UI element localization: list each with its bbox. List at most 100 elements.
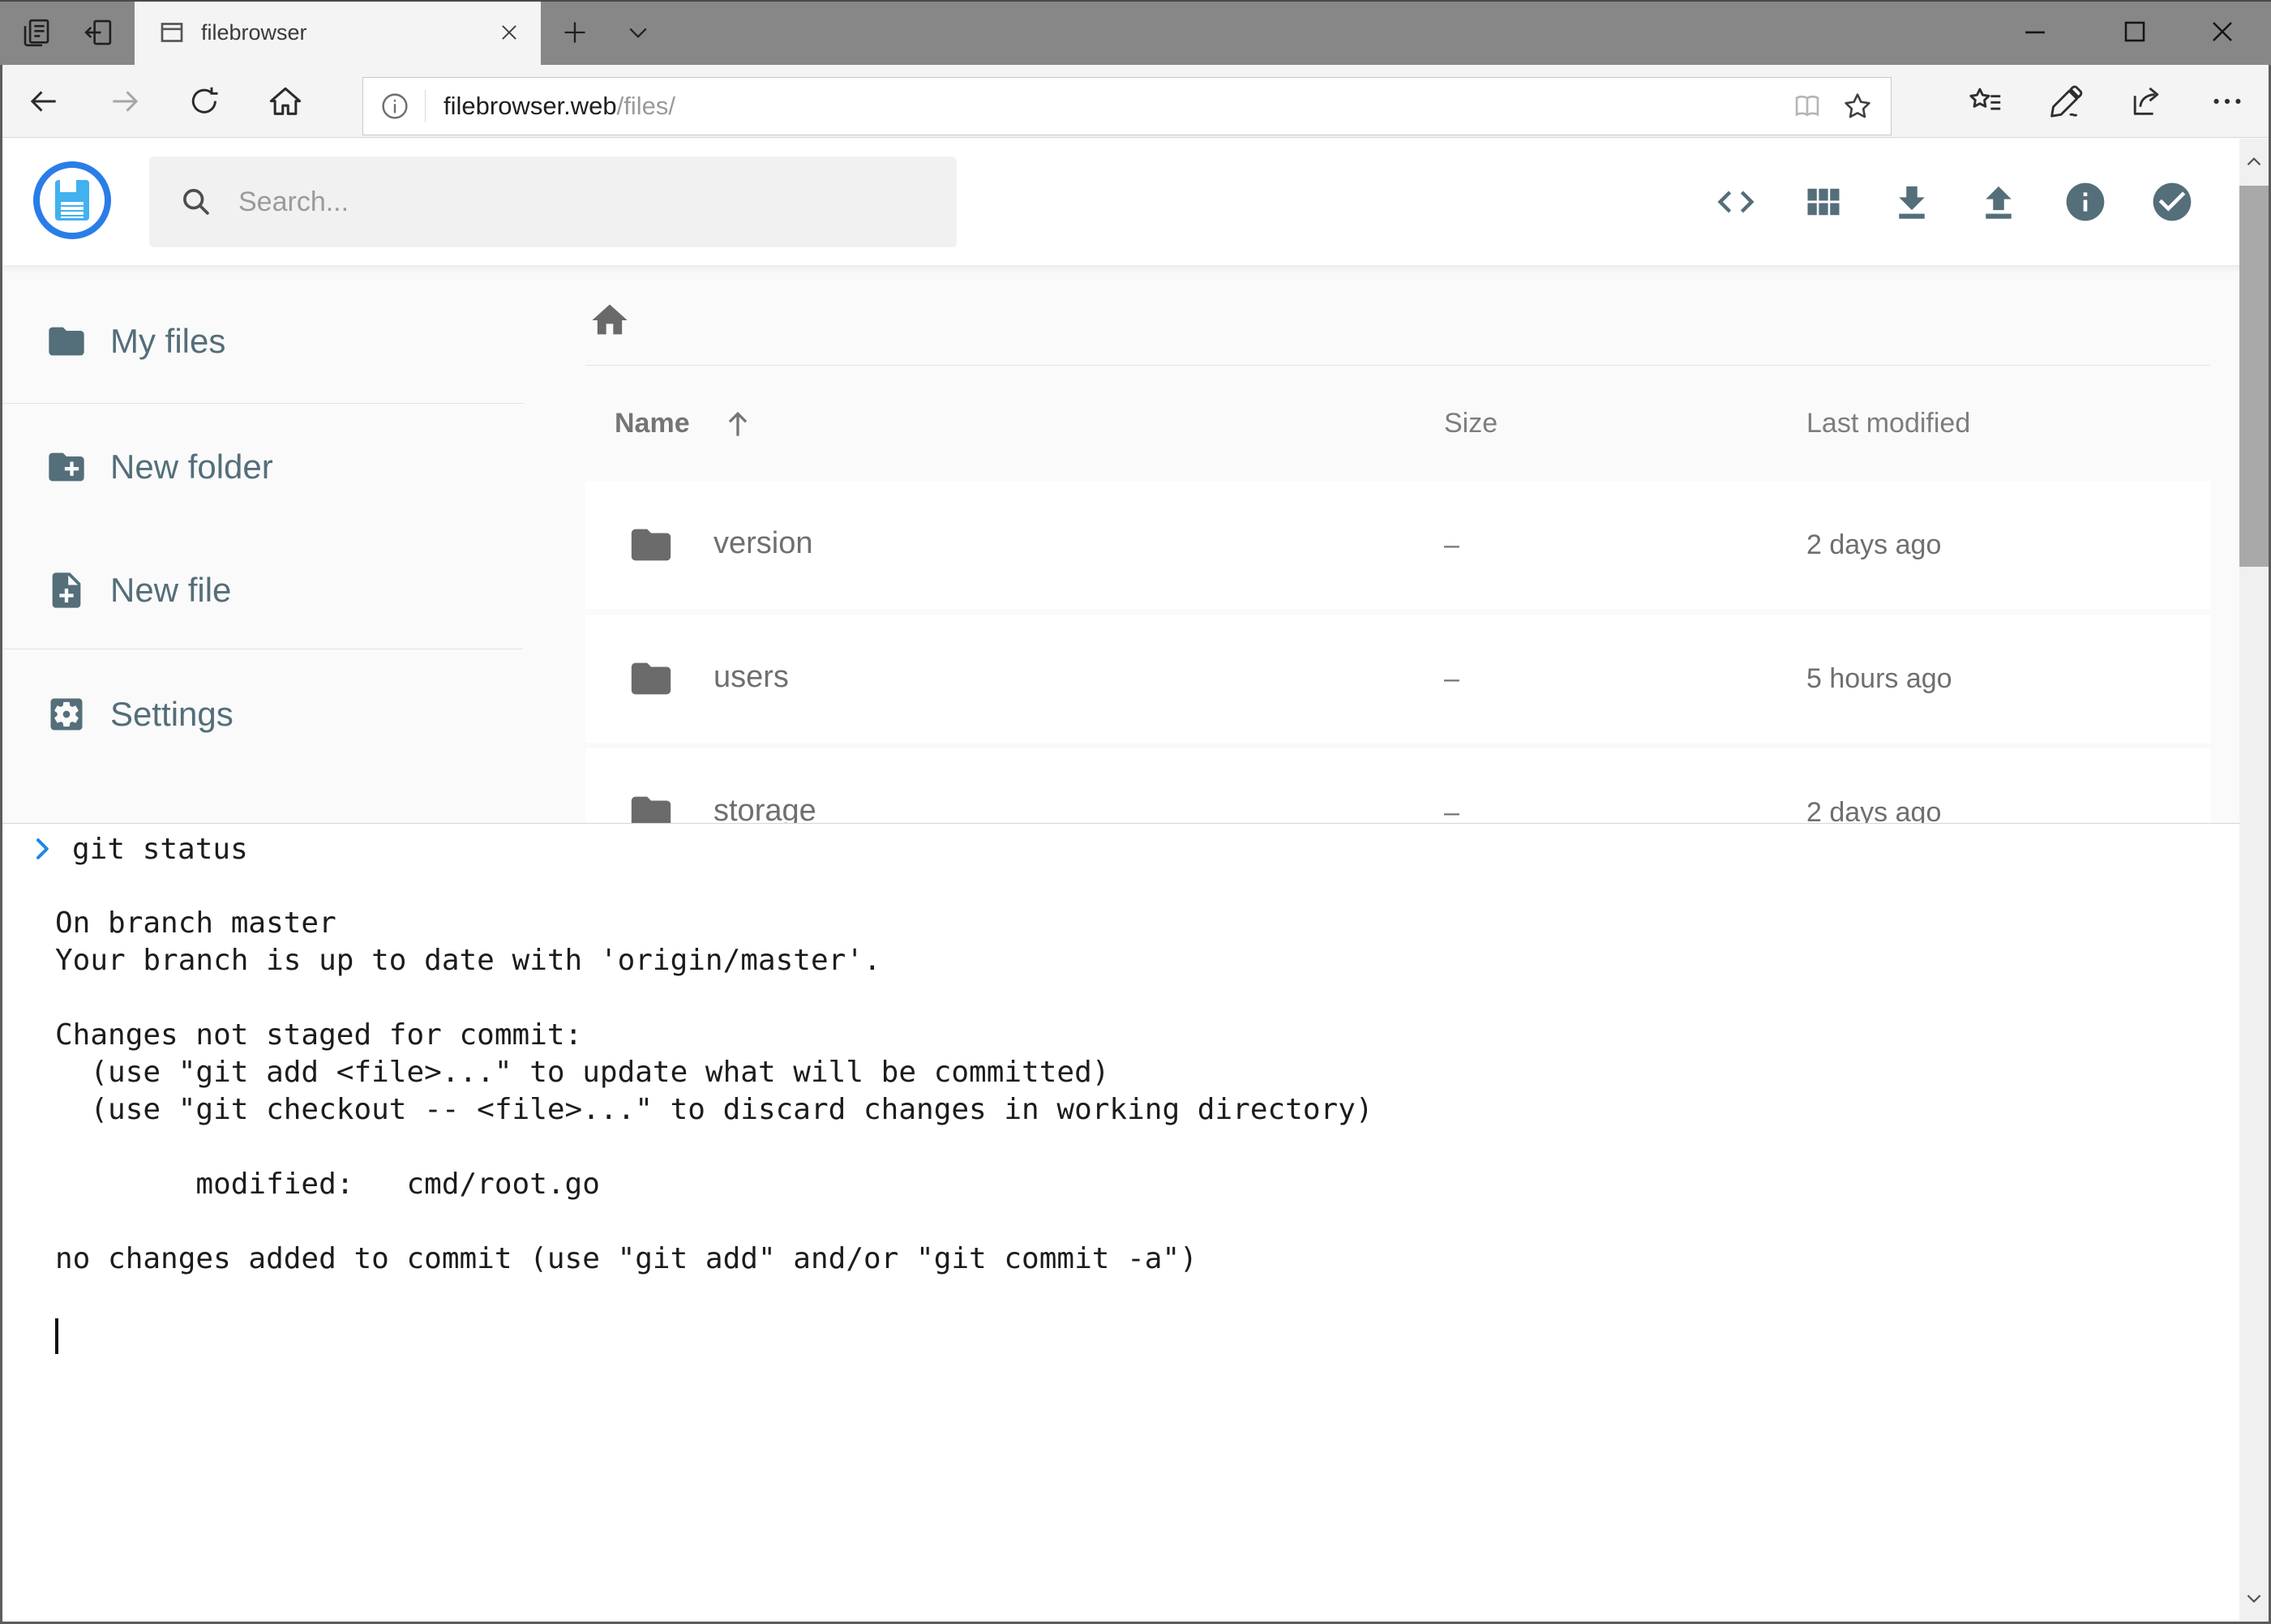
info-circle-icon xyxy=(2063,178,2108,225)
file-name: version xyxy=(713,526,813,561)
tab-preview-icon xyxy=(19,15,54,49)
sidebar-item-new-file[interactable]: New file xyxy=(0,555,523,626)
site-info-icon[interactable] xyxy=(378,89,412,123)
file-modified: 5 hours ago xyxy=(1806,663,1952,695)
browser-window: filebrowser xyxy=(0,0,2271,1624)
filebrowser-logo[interactable] xyxy=(33,161,111,239)
minimize-icon xyxy=(2017,14,2053,49)
set-tabs-aside-button[interactable] xyxy=(79,14,117,51)
app-header xyxy=(0,139,2271,265)
terminal-prompt-line: git status xyxy=(26,830,248,868)
reading-view-button[interactable] xyxy=(1790,89,1824,123)
window-border-left xyxy=(0,65,2,1624)
close-icon xyxy=(2205,14,2240,49)
file-modified: 2 days ago xyxy=(1806,529,1941,561)
url-host: filebrowser.web xyxy=(443,92,617,120)
tab-title: filebrowser xyxy=(201,20,497,45)
file-name: users xyxy=(713,660,789,695)
browser-toolbar: filebrowser.web/files/ xyxy=(0,65,2271,138)
back-arrow-icon xyxy=(26,84,62,119)
home-icon xyxy=(267,83,304,120)
forward-button[interactable] xyxy=(105,81,145,122)
home-button[interactable] xyxy=(265,81,306,122)
page-favicon-icon xyxy=(157,18,186,47)
scroll-down-button[interactable] xyxy=(2239,1575,2269,1622)
home-filled-icon xyxy=(589,299,631,341)
file-row-version[interactable]: version – 2 days ago xyxy=(585,481,2210,609)
url-text: filebrowser.web/files/ xyxy=(443,92,1790,121)
close-window-button[interactable] xyxy=(2196,6,2248,57)
column-header-modified[interactable]: Last modified xyxy=(1806,408,1970,439)
web-note-button[interactable] xyxy=(2043,78,2090,125)
scrollbar-thumb[interactable] xyxy=(2239,186,2269,567)
set-tabs-aside-icon xyxy=(81,15,115,49)
tab-list-button[interactable] xyxy=(619,14,657,51)
sidebar-item-label: My files xyxy=(110,322,225,361)
sort-ascending-icon[interactable] xyxy=(720,406,756,442)
new-file-icon xyxy=(45,569,88,611)
grid-view-button[interactable] xyxy=(1796,174,1851,229)
check-circle-icon xyxy=(2149,178,2195,225)
favorites-hub-button[interactable] xyxy=(1962,78,2009,125)
column-header-name[interactable]: Name xyxy=(615,408,690,439)
maximize-icon xyxy=(2117,14,2153,49)
sidebar-item-new-folder[interactable]: New folder xyxy=(0,431,523,503)
code-icon xyxy=(1714,180,1758,224)
sidebar-item-my-files[interactable]: My files xyxy=(0,306,523,377)
maximize-button[interactable] xyxy=(2109,6,2161,57)
breadcrumb-home-button[interactable] xyxy=(589,299,631,341)
refresh-button[interactable] xyxy=(184,81,225,122)
forward-arrow-icon xyxy=(107,84,143,119)
tab-close-button[interactable] xyxy=(497,20,521,45)
minimize-button[interactable] xyxy=(2009,6,2061,57)
address-separator xyxy=(425,90,426,122)
listing-header: Name Size Last modified xyxy=(585,406,2210,448)
chevron-up-icon xyxy=(2243,152,2265,173)
sidebar-item-label: Settings xyxy=(110,695,234,734)
page-scrollbar[interactable] xyxy=(2239,139,2269,1622)
sidebar-item-label: New file xyxy=(110,571,231,610)
window-border-top xyxy=(0,0,2271,2)
new-tab-button[interactable] xyxy=(556,14,593,51)
breadcrumb-divider xyxy=(585,365,2210,366)
favorite-star-button[interactable] xyxy=(1840,89,1875,123)
column-header-size[interactable]: Size xyxy=(1444,408,1498,439)
url-path: /files/ xyxy=(617,92,675,120)
ellipsis-icon xyxy=(2209,83,2246,120)
sidebar-item-settings[interactable]: Settings xyxy=(0,679,523,750)
plus-icon xyxy=(559,16,591,49)
chevron-down-icon xyxy=(623,18,653,47)
share-button[interactable] xyxy=(2123,78,2170,125)
folder-icon xyxy=(45,320,88,362)
tab-preview-button[interactable] xyxy=(18,14,55,51)
refresh-icon xyxy=(186,84,222,119)
terminal-output: On branch master Your branch is up to da… xyxy=(55,868,1373,1278)
more-options-button[interactable] xyxy=(2204,78,2251,125)
download-button[interactable] xyxy=(1884,174,1939,229)
address-bar[interactable]: filebrowser.web/files/ xyxy=(362,77,1892,135)
file-size: – xyxy=(1444,663,1459,695)
terminal-command: git status xyxy=(72,833,248,866)
scroll-up-button[interactable] xyxy=(2239,139,2269,186)
select-mode-button[interactable] xyxy=(2145,174,2200,229)
grid-icon xyxy=(1802,181,1845,223)
folder-icon xyxy=(628,655,675,702)
browser-tab[interactable]: filebrowser xyxy=(135,0,541,65)
share-icon xyxy=(2127,83,2165,120)
chevron-down-icon xyxy=(2243,1588,2265,1609)
terminal-panel[interactable]: git status On branch master Your branch … xyxy=(2,823,2239,1624)
upload-button[interactable] xyxy=(1971,174,2026,229)
prompt-chevron-icon xyxy=(26,833,72,865)
settings-gear-icon xyxy=(45,693,88,735)
search-input[interactable] xyxy=(237,186,889,219)
hub-star-icon xyxy=(1967,83,2004,120)
page-content: My files New folder New file Settings xyxy=(0,139,2271,1624)
back-button[interactable] xyxy=(24,81,64,122)
terminal-cursor xyxy=(55,1318,58,1354)
search-box[interactable] xyxy=(149,156,957,247)
info-button[interactable] xyxy=(2058,174,2113,229)
raw-code-button[interactable] xyxy=(1708,174,1763,229)
tab-bar: filebrowser xyxy=(0,0,2271,65)
folder-icon xyxy=(628,521,675,568)
file-row-users[interactable]: users – 5 hours ago xyxy=(585,615,2210,743)
